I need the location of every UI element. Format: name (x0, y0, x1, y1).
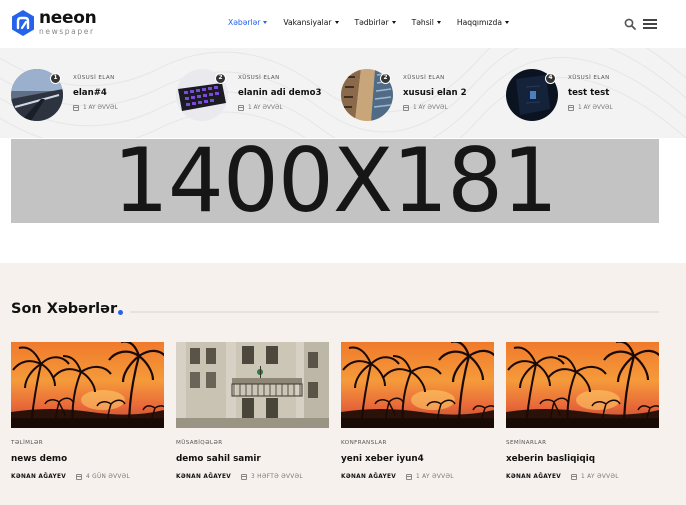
news-card-image[interactable] (176, 342, 329, 428)
section-title: Son Xəbərlər (11, 301, 118, 317)
news-card-title[interactable]: demo sahil samir (176, 454, 261, 464)
logo-tagline: newspaper (39, 27, 95, 37)
featured-date: 1 AY ƏVVƏL (568, 105, 613, 111)
featured-title[interactable]: elan#4 (73, 88, 107, 98)
site-header: neeon newspaper Xəbərlər Vakansiyalar Tə… (0, 0, 686, 48)
ad-banner-text: 1400X181 (112, 139, 558, 223)
date-text: 1 AY ƏVVƏL (581, 474, 619, 480)
news-card-image[interactable] (506, 342, 659, 428)
news-card-date: 4 GÜN ƏVVƏL (76, 474, 130, 480)
news-card[interactable]: SEMİNARLAR xeberin basliqiqiq KƏNAN AĞAY… (506, 342, 659, 492)
featured-strip: 1 XÜSUSİ ELAN elan#4 1 AY ƏVVƏL 2 XÜSUSİ… (0, 48, 686, 138)
news-card-title[interactable]: xeberin basliqiqiq (506, 454, 595, 464)
rank-badge: 2 (380, 73, 391, 84)
date-text: 1 AY ƏVVƏL (83, 105, 118, 111)
featured-item[interactable]: 2 XÜSUSİ ELAN elanin adi demo3 1 AY ƏVVƏ… (176, 69, 336, 121)
featured-title[interactable]: elanin adi demo3 (238, 88, 321, 98)
nav-item-haqqimizda[interactable]: Haqqımızda (457, 18, 509, 27)
rank-badge: 4 (545, 73, 556, 84)
featured-item[interactable]: 2 XÜSUSİ ELAN xususi elan 2 1 AY ƏVVƏL (341, 69, 501, 121)
featured-kicker: XÜSUSİ ELAN (73, 75, 115, 81)
hamburger-menu-icon[interactable] (643, 19, 657, 29)
news-card-meta: KƏNAN AĞAYEV 3 HƏFTƏ ƏVVƏL (176, 474, 303, 480)
featured-kicker: XÜSUSİ ELAN (403, 75, 445, 81)
section-accent-dot (118, 310, 123, 315)
news-card-title[interactable]: news demo (11, 454, 67, 464)
featured-date: 1 AY ƏVVƏL (403, 105, 448, 111)
news-card-image[interactable] (341, 342, 494, 428)
date-text: 1 AY ƏVVƏL (416, 474, 454, 480)
main-nav: Xəbərlər Vakansiyalar Tədbirlər Təhsil H… (228, 18, 525, 27)
news-card-category[interactable]: MÜSABİQƏLƏR (176, 440, 223, 446)
nav-item-tehsil[interactable]: Təhsil (412, 18, 441, 27)
nav-label: Xəbərlər (228, 18, 261, 27)
news-card-image[interactable] (11, 342, 164, 428)
news-card-title[interactable]: yeni xeber iyun4 (341, 454, 424, 464)
news-card-category[interactable]: KONFRANSLAR (341, 440, 387, 446)
search-icon[interactable] (624, 18, 636, 30)
featured-kicker: XÜSUSİ ELAN (568, 75, 610, 81)
chevron-down-icon (263, 21, 268, 24)
calendar-icon (73, 105, 79, 111)
calendar-icon (76, 474, 83, 480)
calendar-icon (568, 105, 574, 111)
calendar-icon (406, 474, 413, 480)
date-text: 4 GÜN ƏVVƏL (86, 474, 131, 480)
date-text: 1 AY ƏVVƏL (578, 105, 613, 111)
rank-badge: 2 (215, 73, 226, 84)
chevron-down-icon (334, 21, 339, 24)
featured-item[interactable]: 1 XÜSUSİ ELAN elan#4 1 AY ƏVVƏL (11, 69, 171, 121)
news-card-author[interactable]: KƏNAN AĞAYEV (506, 474, 561, 480)
featured-date: 1 AY ƏVVƏL (238, 105, 283, 111)
featured-title[interactable]: xususi elan 2 (403, 88, 467, 98)
news-card-category[interactable]: TƏLİMLƏR (11, 440, 43, 446)
latest-news-section: Son Xəbərlər TƏLİMLƏR news demo KƏNAN AĞ… (0, 263, 686, 505)
rank-badge: 1 (50, 73, 61, 84)
date-text: 1 AY ƏVVƏL (413, 105, 448, 111)
calendar-icon (403, 105, 409, 111)
news-card-meta: KƏNAN AĞAYEV 1 AY ƏVVƏL (341, 474, 454, 480)
logo-name: neeon (39, 8, 97, 29)
news-card[interactable]: MÜSABİQƏLƏR demo sahil samir KƏNAN AĞAYE… (176, 342, 329, 492)
chevron-down-icon (391, 21, 396, 24)
nav-item-tedbirler[interactable]: Tədbirlər (355, 18, 396, 27)
chevron-down-icon (436, 21, 441, 24)
section-divider (130, 311, 659, 313)
news-card-author[interactable]: KƏNAN AĞAYEV (11, 474, 66, 480)
date-text: 1 AY ƏVVƏL (248, 105, 283, 111)
featured-date: 1 AY ƏVVƏL (73, 105, 118, 111)
chevron-down-icon (505, 21, 509, 24)
news-card-meta: KƏNAN AĞAYEV 4 GÜN ƏVVƏL (11, 474, 130, 480)
nav-item-xeberler[interactable]: Xəbərlər (228, 18, 268, 27)
news-card-author[interactable]: KƏNAN AĞAYEV (176, 474, 231, 480)
nav-item-vakansiyalar[interactable]: Vakansiyalar (283, 18, 339, 27)
logo-hexagon-icon (12, 10, 34, 36)
site-logo[interactable]: neeon newspaper (11, 8, 97, 37)
news-card-author[interactable]: KƏNAN AĞAYEV (341, 474, 396, 480)
nav-label: Təhsil (411, 18, 434, 27)
news-card-date: 3 HƏFTƏ ƏVVƏL (241, 474, 303, 480)
featured-kicker: XÜSUSİ ELAN (238, 75, 280, 81)
news-card-date: 1 AY ƏVVƏL (571, 474, 619, 480)
news-card[interactable]: TƏLİMLƏR news demo KƏNAN AĞAYEV 4 GÜN ƏV… (11, 342, 164, 492)
news-card-category[interactable]: SEMİNARLAR (506, 440, 546, 446)
news-card-date: 1 AY ƏVVƏL (406, 474, 454, 480)
calendar-icon (241, 474, 248, 480)
nav-label: Vakansiyalar (283, 18, 332, 27)
ad-banner-placeholder[interactable]: 1400X181 (11, 139, 659, 223)
nav-label: Tədbirlər (354, 18, 389, 27)
calendar-icon (238, 105, 244, 111)
calendar-icon (571, 474, 578, 480)
featured-item[interactable]: 4 XÜSUSİ ELAN test test 1 AY ƏVVƏL (506, 69, 666, 121)
news-card[interactable]: KONFRANSLAR yeni xeber iyun4 KƏNAN AĞAYE… (341, 342, 494, 492)
news-card-meta: KƏNAN AĞAYEV 1 AY ƏVVƏL (506, 474, 619, 480)
featured-title[interactable]: test test (568, 88, 609, 98)
nav-label: Haqqımızda (456, 18, 502, 27)
date-text: 3 HƏFTƏ ƏVVƏL (251, 474, 303, 480)
